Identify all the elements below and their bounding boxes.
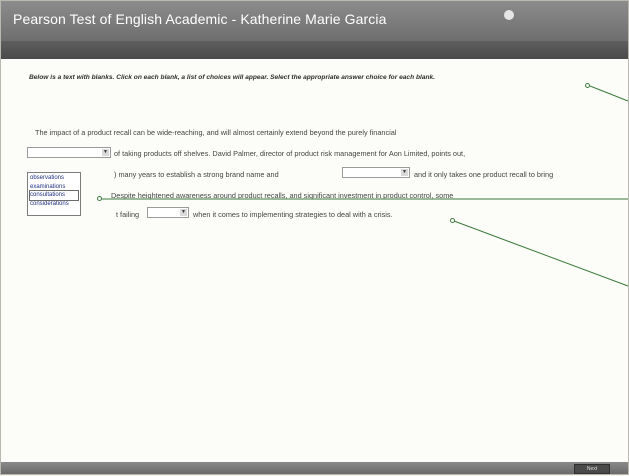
callout-dot-icon — [97, 196, 102, 201]
callout-dot-icon — [450, 218, 455, 223]
callout-line-instruction — [589, 85, 629, 102]
next-button[interactable]: Next — [574, 464, 610, 474]
callout-dot-icon — [585, 83, 590, 88]
callout-line-passage — [453, 220, 629, 287]
callout-lines — [102, 85, 629, 287]
test-window: Pearson Test of English Academic - Kathe… — [0, 0, 629, 475]
bottom-bar — [1, 462, 628, 474]
